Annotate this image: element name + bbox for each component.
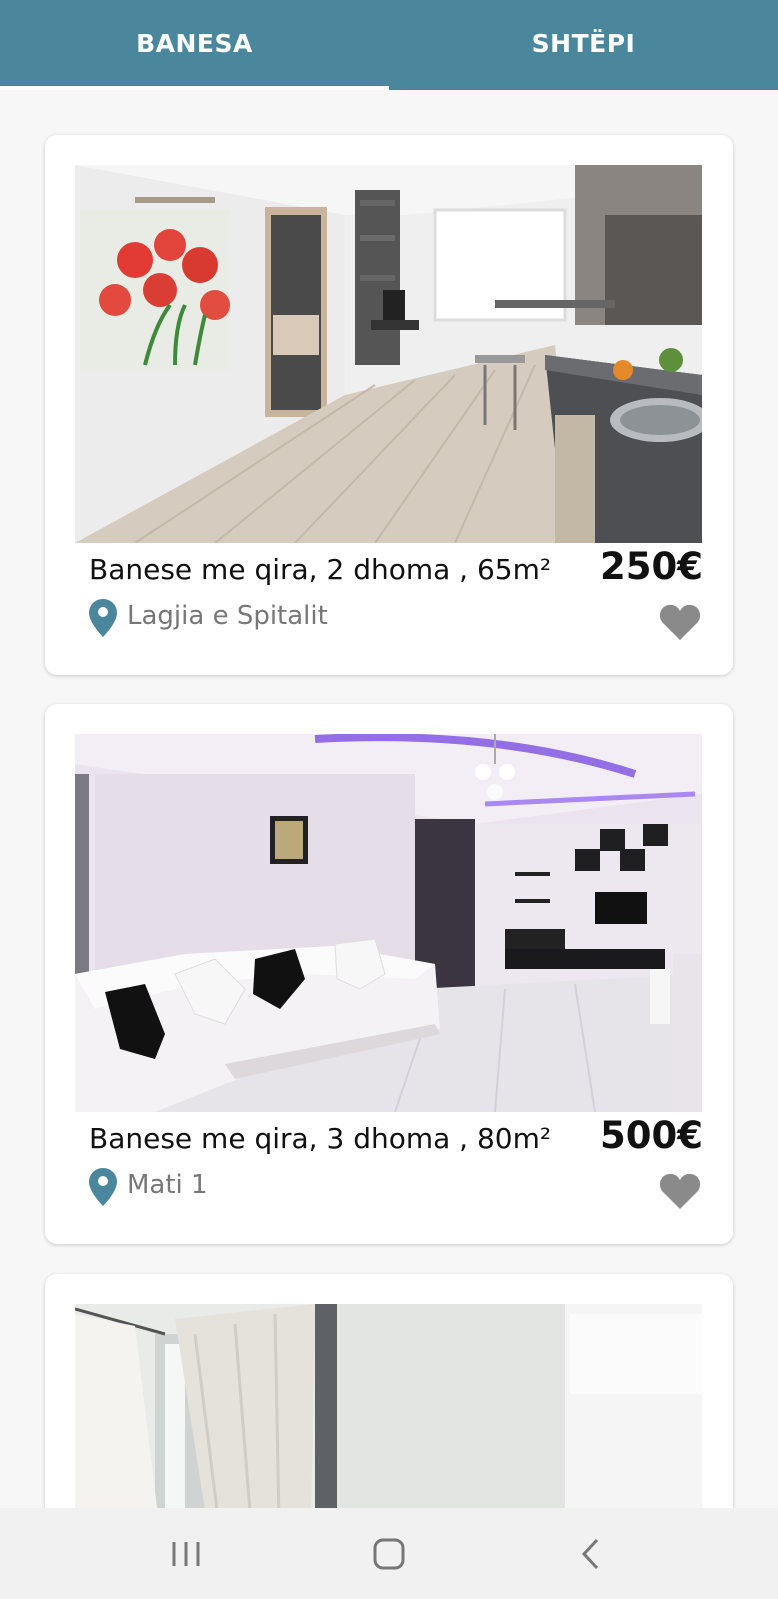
tab-shtepi-label: SHTËPI	[531, 28, 636, 58]
top-tab-bar: BANESA SHTËPI	[0, 0, 778, 90]
listing-card[interactable]: Banese me qira, 2 dhoma , 65m² 250€ Lagj…	[45, 135, 733, 675]
tab-shtepi[interactable]: SHTËPI	[389, 0, 778, 90]
recent-apps-icon	[172, 1541, 200, 1566]
listing-photo[interactable]	[75, 1304, 702, 1508]
home-icon	[373, 1538, 405, 1569]
location-pin-icon	[89, 599, 117, 637]
curtain-room-image	[75, 1304, 702, 1508]
home-button[interactable]	[349, 1508, 429, 1599]
tab-banesa[interactable]: BANESA	[0, 0, 389, 90]
listing-photo[interactable]	[75, 165, 702, 543]
back-button[interactable]	[551, 1508, 631, 1599]
favorite-heart-icon[interactable]	[659, 1172, 701, 1210]
back-icon	[581, 1538, 599, 1569]
listing-card[interactable]: Banese me qira, 3 dhoma , 80m² 500€ Mati…	[45, 704, 733, 1244]
listing-location: Lagjia e Spitalit	[127, 601, 328, 631]
listing-price: 500€	[600, 1114, 703, 1157]
listings-list[interactable]: Banese me qira, 2 dhoma , 65m² 250€ Lagj…	[0, 90, 778, 1508]
system-navigation-bar	[0, 1508, 778, 1599]
living-room-image	[75, 734, 702, 1112]
apartment-kitchen-image	[75, 165, 702, 543]
recent-apps-button[interactable]	[146, 1508, 226, 1599]
location-pin-icon	[89, 1168, 117, 1206]
listing-title: Banese me qira, 3 dhoma , 80m²	[89, 1122, 552, 1155]
listing-photo[interactable]	[75, 734, 702, 1112]
listing-title: Banese me qira, 2 dhoma , 65m²	[89, 553, 552, 586]
listing-location: Mati 1	[127, 1170, 208, 1200]
tab-banesa-label: BANESA	[136, 28, 253, 58]
listing-price: 250€	[600, 545, 703, 588]
listing-card[interactable]	[45, 1274, 733, 1508]
favorite-heart-icon[interactable]	[659, 603, 701, 641]
